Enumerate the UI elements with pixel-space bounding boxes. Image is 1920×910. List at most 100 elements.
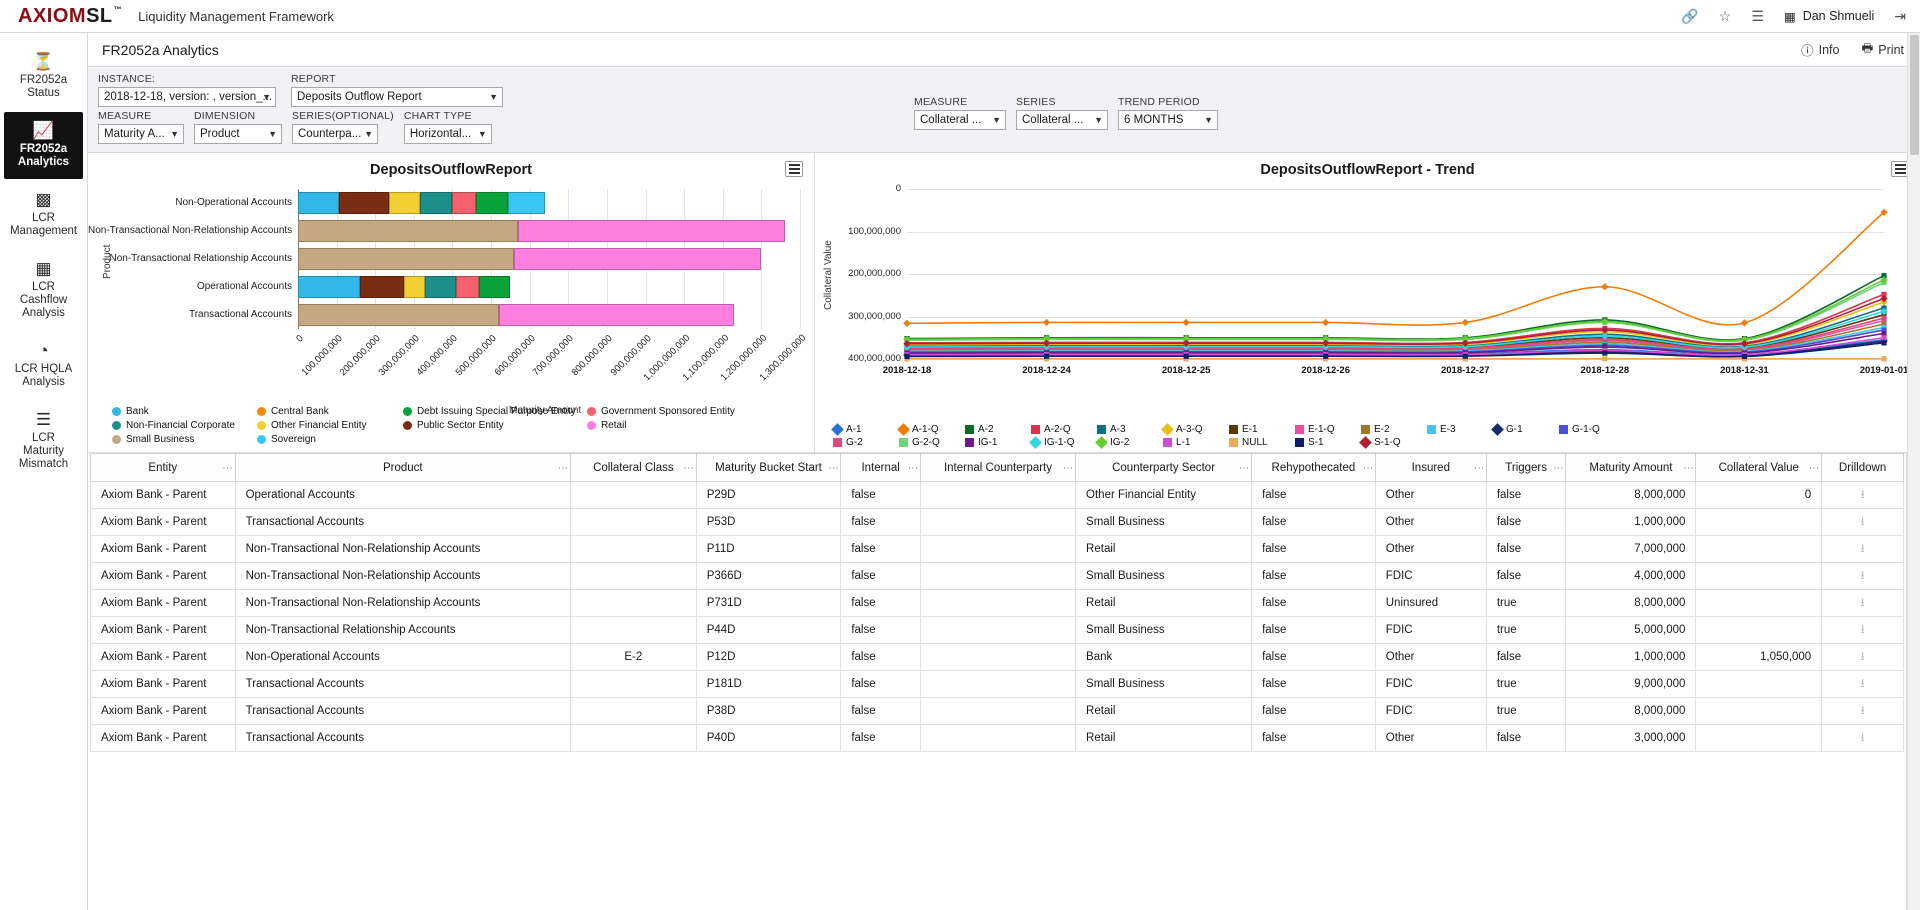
bar-legend-item[interactable]: Government Sponsored Entity xyxy=(586,406,735,417)
table-header-cell[interactable]: Internal ⋮ xyxy=(840,453,921,482)
sidebar-item-lcr-maturity-mismatch[interactable]: ☰ LCR Maturity Mismatch xyxy=(4,401,83,481)
download-icon[interactable]: ⭳ xyxy=(1832,566,1893,587)
column-menu-icon[interactable]: ⋮ xyxy=(1473,463,1484,473)
table-row[interactable]: Axiom Bank - Parent Transactional Account… xyxy=(90,697,1904,725)
column-menu-icon[interactable]: ⋮ xyxy=(907,463,918,473)
table-header-cell[interactable]: Maturity Bucket Start ⋮ xyxy=(695,453,842,482)
info-button[interactable]: ⓘ Info xyxy=(1801,39,1839,60)
table-header-cell[interactable]: Entity ⋮ xyxy=(90,453,236,482)
table-row[interactable]: Axiom Bank - Parent Transactional Account… xyxy=(90,724,1904,752)
trend-legend-item[interactable]: A-2 xyxy=(965,424,1031,435)
bar-legend-item[interactable]: Bank xyxy=(112,406,235,417)
print-button[interactable]: 🖶 Print xyxy=(1861,39,1904,60)
series-optional-select[interactable]: Counterpa... ▼ xyxy=(292,124,378,144)
download-icon[interactable]: ⭳ xyxy=(1832,701,1893,722)
trend-legend-item[interactable]: A-1 xyxy=(831,423,899,436)
report-select[interactable]: Deposits Outflow Report ▼ xyxy=(291,87,503,107)
trend-legend-item[interactable]: G-1-Q xyxy=(1559,424,1625,435)
bar-legend-item[interactable]: Public Sector Entity xyxy=(402,420,583,431)
table-row[interactable]: Axiom Bank - Parent Non-Transactional Non… xyxy=(90,562,1904,590)
logout-icon[interactable]: ⇥ xyxy=(1894,8,1906,25)
column-menu-icon[interactable]: ⋮ xyxy=(1682,463,1693,473)
trend-legend-item[interactable]: A-3-Q xyxy=(1161,423,1229,436)
trend-legend-item[interactable]: A-1-Q xyxy=(897,423,965,436)
bar-legend-item[interactable]: Retail xyxy=(586,420,735,431)
layers-icon[interactable]: ☰ xyxy=(1751,8,1764,25)
download-icon[interactable]: ⭳ xyxy=(1832,485,1893,506)
table-row[interactable]: Axiom Bank - Parent Non-Transactional Rel… xyxy=(90,616,1904,644)
column-menu-icon[interactable]: ⋮ xyxy=(1362,463,1373,473)
bar-legend-item[interactable]: Sovereign xyxy=(256,434,377,445)
trend-legend-item[interactable]: G-2 xyxy=(833,437,899,448)
download-icon[interactable]: ⭳ xyxy=(1832,593,1893,614)
download-icon[interactable]: ⭳ xyxy=(1832,512,1893,533)
trend-legend-item[interactable]: E-1 xyxy=(1229,424,1295,435)
instance-select[interactable]: 2018-12-18, version: , version_... ▼ xyxy=(98,87,276,107)
column-menu-icon[interactable]: ⋮ xyxy=(1552,463,1563,473)
download-icon[interactable]: ⭳ xyxy=(1832,674,1893,695)
trend-period-select[interactable]: 6 MONTHS ▼ xyxy=(1118,110,1218,130)
column-menu-icon[interactable]: ⋮ xyxy=(683,463,694,473)
table-header-cell[interactable]: Product ⋮ xyxy=(234,453,571,482)
brand-logo[interactable]: AXIOM SL ™ Liquidity Management Framework xyxy=(18,6,334,27)
bar-legend-item[interactable]: Central Bank xyxy=(256,406,377,417)
table-header-cell[interactable]: Triggers ⋮ xyxy=(1485,453,1567,482)
bar-legend-item[interactable]: Non-Financial Corporate xyxy=(112,420,235,431)
user-menu[interactable]: ▦ Dan Shmueli xyxy=(1784,9,1874,24)
trend-legend-item[interactable]: IG-1 xyxy=(965,437,1031,448)
bar-legend-item[interactable]: Small Business xyxy=(112,434,235,445)
column-menu-icon[interactable]: ⋮ xyxy=(222,463,233,473)
table-row[interactable]: Axiom Bank - Parent Non-Operational Accou… xyxy=(90,643,1904,671)
page-scroll-thumb[interactable] xyxy=(1910,35,1919,155)
table-header-cell[interactable]: Insured ⋮ xyxy=(1374,453,1487,482)
download-icon[interactable]: ⭳ xyxy=(1832,620,1893,641)
trend-legend-item[interactable]: G-2-Q xyxy=(899,437,965,448)
trend-legend-item[interactable]: A-3 xyxy=(1097,424,1163,435)
trend-legend-item[interactable]: NULL xyxy=(1229,437,1295,448)
sidebar-item-lcr-cashflow-analysis[interactable]: ▦ LCR Cashflow Analysis xyxy=(4,250,83,330)
trend-legend-item[interactable]: IG-1-Q xyxy=(1029,436,1097,449)
trend-legend-item[interactable]: E-2 xyxy=(1361,424,1427,435)
trend-measure-select[interactable]: Collateral ... ▼ xyxy=(914,110,1006,130)
sidebar-item-fr2052a-analytics[interactable]: 📈 FR2052a Analytics xyxy=(4,112,83,179)
trend-series-select[interactable]: Collateral ... ▼ xyxy=(1016,110,1108,130)
trend-legend-item[interactable]: S-1-Q xyxy=(1359,436,1427,449)
sidebar-item-lcr-hqla-analysis[interactable]: ◔ LCR HQLA Analysis xyxy=(4,332,83,399)
trend-legend-item[interactable]: A-2-Q xyxy=(1031,424,1097,435)
sidebar-item-fr2052a-status[interactable]: ⏳ FR2052a Status xyxy=(4,43,83,110)
star-icon[interactable]: ☆ xyxy=(1719,8,1732,25)
trend-legend-item[interactable]: IG-2 xyxy=(1095,436,1163,449)
column-menu-icon[interactable]: ⋮ xyxy=(1808,463,1819,473)
dimension-select[interactable]: Product ▼ xyxy=(194,124,282,144)
bar-legend-item[interactable]: Other Financial Entity xyxy=(256,420,377,431)
bar-legend-item[interactable]: Debt Issuing Special Purpose Entity xyxy=(402,406,583,417)
trend-legend-item[interactable]: G-1 xyxy=(1491,423,1559,436)
download-icon[interactable]: ⭳ xyxy=(1832,539,1893,560)
sidebar-item-lcr-management[interactable]: ▩ LCR Management xyxy=(4,181,83,248)
trend-legend-item[interactable]: S-1 xyxy=(1295,437,1361,448)
trend-legend-item[interactable]: L-1 xyxy=(1163,437,1229,448)
bar-chart-menu-button[interactable] xyxy=(785,161,803,177)
table-header-cell[interactable]: Counterparty Sector ⋮ xyxy=(1075,453,1253,482)
table-row[interactable]: Axiom Bank - Parent Operational Accounts P… xyxy=(90,481,1904,509)
table-header-cell[interactable]: Collateral Value ⋮ xyxy=(1695,453,1823,482)
page-vertical-scrollbar[interactable] xyxy=(1907,33,1920,910)
table-row[interactable]: Axiom Bank - Parent Transactional Account… xyxy=(90,670,1904,698)
column-menu-icon[interactable]: ⋮ xyxy=(1062,463,1073,473)
measure-select[interactable]: Maturity A... ▼ xyxy=(98,124,184,144)
download-icon[interactable]: ⭳ xyxy=(1832,647,1893,668)
column-menu-icon[interactable]: ⋮ xyxy=(827,463,838,473)
table-row[interactable]: Axiom Bank - Parent Transactional Account… xyxy=(90,508,1904,536)
download-icon[interactable]: ⭳ xyxy=(1832,728,1893,749)
table-header-cell[interactable]: Collateral Class ⋮ xyxy=(569,453,697,482)
trend-legend-item[interactable]: E-1-Q xyxy=(1295,424,1361,435)
table-header-cell[interactable]: Rehypothecated ⋮ xyxy=(1251,453,1376,482)
table-row[interactable]: Axiom Bank - Parent Non-Transactional Non… xyxy=(90,589,1904,617)
chart-type-select[interactable]: Horizontal... ▼ xyxy=(403,124,492,144)
link-icon[interactable]: 🔗 xyxy=(1681,8,1698,25)
table-header-cell[interactable]: Drilldown xyxy=(1821,453,1904,482)
trend-legend-item[interactable]: E-3 xyxy=(1427,424,1493,435)
column-menu-icon[interactable]: ⋮ xyxy=(557,463,568,473)
table-header-cell[interactable]: Maturity Amount ⋮ xyxy=(1565,453,1697,482)
column-menu-icon[interactable]: ⋮ xyxy=(1238,463,1249,473)
